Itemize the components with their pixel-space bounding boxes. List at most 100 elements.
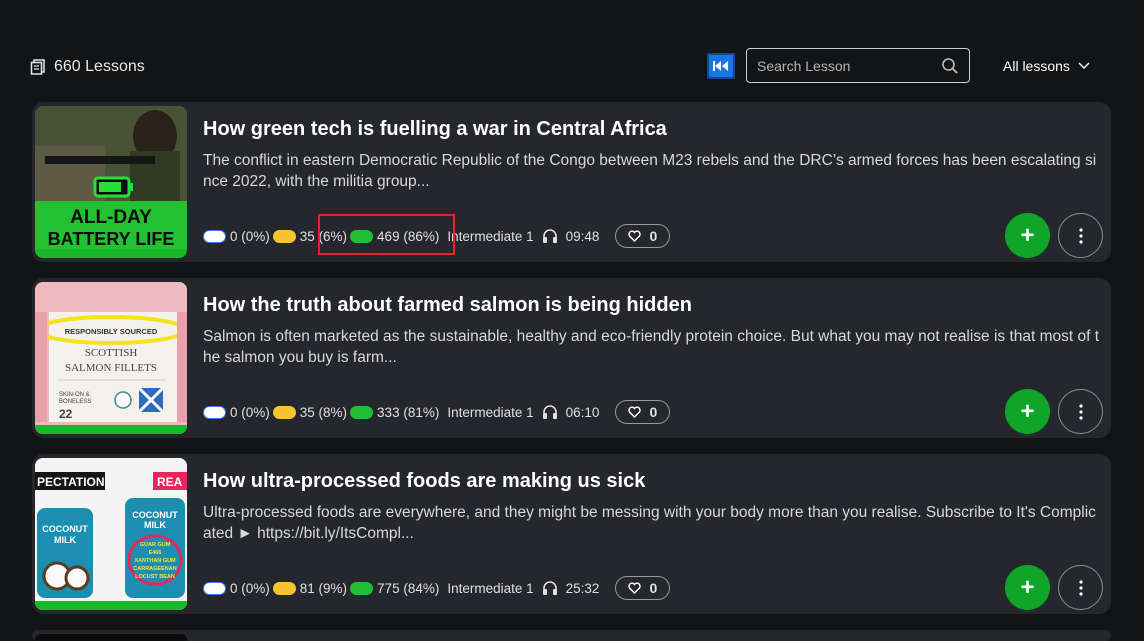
plus-icon: + [1020, 397, 1035, 425]
lesson-title[interactable]: How ultra-processed foods are making us … [203, 470, 645, 493]
heart-icon [628, 230, 642, 242]
svg-text:XANTHAN GUM: XANTHAN GUM [134, 558, 176, 564]
filter-label: All lessons [1003, 58, 1070, 74]
lesson-thumbnail[interactable] [35, 634, 187, 641]
svg-text:MILK: MILK [144, 520, 166, 530]
lesson-duration: 06:10 [565, 404, 600, 420]
svg-text:LOCUST BEAN: LOCUST BEAN [135, 574, 175, 580]
thumbnail-progress-bar [35, 249, 187, 258]
headphones-icon [542, 229, 557, 243]
like-count: 0 [649, 404, 658, 420]
svg-text:COCONUT: COCONUT [42, 524, 88, 534]
lesson-description: Ultra-processed foods are everywhere, an… [203, 504, 1096, 542]
learning-words-stat: 35 (8%) [272, 404, 348, 420]
lesson-count: 660 Lessons [30, 58, 145, 76]
unknown-pill-icon [203, 405, 226, 419]
more-options-button[interactable] [1058, 213, 1103, 258]
lesson-card[interactable] [32, 630, 1111, 641]
lessons-icon [30, 59, 45, 75]
svg-text:ALL-DAY: ALL-DAY [70, 207, 152, 228]
lesson-stats: 0 (0%) 81 (9%) 775 (84%) Intermediate 1 … [203, 575, 671, 601]
svg-text:SCOTTISH: SCOTTISH [85, 347, 138, 359]
unknown-count: 0 (0%) [230, 228, 270, 244]
lesson-card[interactable]: RESPONSIBLY SOURCED SCOTTISH SALMON FILL… [32, 278, 1111, 438]
learning-pill-icon [272, 229, 296, 243]
headphones-icon [542, 405, 557, 419]
like-count: 0 [649, 228, 658, 244]
search-box [746, 48, 970, 83]
unknown-words-stat: 0 (0%) [203, 229, 270, 244]
svg-text:COCONUT: COCONUT [132, 510, 178, 520]
svg-text:REA: REA [157, 475, 183, 489]
learning-count: 35 (6%) [299, 228, 348, 244]
thumbnail-image: PECTATION REA COCONUT MILK COCONUT MILK … [35, 458, 187, 610]
lesson-card[interactable]: PECTATION REA COCONUT MILK COCONUT MILK … [32, 454, 1111, 614]
svg-text:RESPONSIBLY SOURCED: RESPONSIBLY SOURCED [65, 327, 158, 336]
unknown-words-stat: 0 (0%) [203, 581, 270, 596]
skip-to-start-button[interactable] [707, 53, 735, 79]
known-pill-icon [350, 581, 374, 595]
more-options-button[interactable] [1058, 389, 1103, 434]
unknown-words-stat: 0 (0%) [203, 405, 270, 420]
lesson-title[interactable]: How green tech is fuelling a war in Cent… [203, 118, 667, 141]
lesson-level: Intermediate 1 [447, 404, 534, 420]
learning-count: 35 (8%) [299, 404, 348, 420]
known-count: 775 (84%) [377, 580, 440, 596]
plus-icon: + [1020, 221, 1035, 249]
learning-pill-icon [272, 581, 296, 595]
add-lesson-button[interactable]: + [1005, 389, 1050, 434]
svg-text:E466: E466 [149, 550, 162, 556]
unknown-pill-icon [203, 581, 226, 595]
search-input[interactable] [747, 49, 941, 82]
known-pill-icon [350, 405, 374, 419]
thumbnail-image: ALL-DAY BATTERY LIFE [35, 106, 187, 249]
svg-text:SALMON FILLETS: SALMON FILLETS [65, 362, 157, 374]
svg-text:PECTATION: PECTATION [37, 475, 105, 489]
more-vertical-icon [1078, 227, 1083, 244]
lesson-count-label: 660 Lessons [54, 58, 145, 75]
learning-pill-icon [272, 405, 296, 419]
lesson-level: Intermediate 1 [447, 580, 534, 596]
headphones-icon [542, 581, 557, 595]
lesson-title[interactable]: How the truth about farmed salmon is bei… [203, 294, 692, 317]
lesson-description: The conflict in eastern Democratic Repub… [203, 152, 1097, 190]
more-options-button[interactable] [1058, 565, 1103, 610]
like-count: 0 [649, 580, 658, 596]
skip-back-icon [713, 61, 728, 71]
thumbnail-image: RESPONSIBLY SOURCED SCOTTISH SALMON FILL… [35, 282, 187, 434]
svg-text:BONELESS: BONELESS [59, 399, 91, 405]
learning-words-stat: 35 (6%) [272, 228, 348, 244]
toolbar: 660 Lessons All lessons [0, 40, 1144, 92]
lesson-thumbnail[interactable]: ALL-DAY BATTERY LIFE [35, 106, 187, 258]
lesson-thumbnail[interactable]: PECTATION REA COCONUT MILK COCONUT MILK … [35, 458, 187, 610]
add-lesson-button[interactable]: + [1005, 565, 1050, 610]
search-icon[interactable] [941, 57, 959, 75]
like-button[interactable]: 0 [615, 400, 671, 424]
heart-icon [628, 406, 642, 418]
lessons-filter-dropdown[interactable]: All lessons [1003, 58, 1090, 74]
known-pill-icon [350, 229, 374, 243]
chevron-down-icon [1078, 62, 1090, 70]
known-count: 333 (81%) [377, 404, 440, 420]
known-words-stat: 333 (81%) [350, 405, 439, 420]
learning-words-stat: 81 (9%) [272, 581, 347, 596]
more-vertical-icon [1078, 403, 1083, 420]
plus-icon: + [1020, 573, 1035, 601]
svg-text:CARRAGEENAN: CARRAGEENAN [133, 566, 176, 572]
unknown-count: 0 (0%) [230, 404, 270, 420]
unknown-count: 0 (0%) [230, 580, 270, 596]
more-vertical-icon [1078, 579, 1083, 596]
thumbnail-progress-bar [35, 425, 187, 434]
known-count: 469 (86%) [377, 228, 440, 244]
like-button[interactable]: 0 [615, 224, 671, 248]
add-lesson-button[interactable]: + [1005, 213, 1050, 258]
svg-text:22: 22 [59, 407, 73, 421]
lesson-card[interactable]: ALL-DAY BATTERY LIFE How green tech is f… [32, 102, 1111, 262]
like-button[interactable]: 0 [615, 576, 671, 600]
unknown-pill-icon [203, 229, 226, 243]
heart-icon [628, 582, 642, 594]
lesson-thumbnail[interactable]: RESPONSIBLY SOURCED SCOTTISH SALMON FILL… [35, 282, 187, 434]
svg-text:MILK: MILK [54, 535, 76, 545]
lesson-duration: 25:32 [565, 580, 600, 596]
lesson-description: Salmon is often marketed as the sustaina… [203, 328, 1100, 366]
